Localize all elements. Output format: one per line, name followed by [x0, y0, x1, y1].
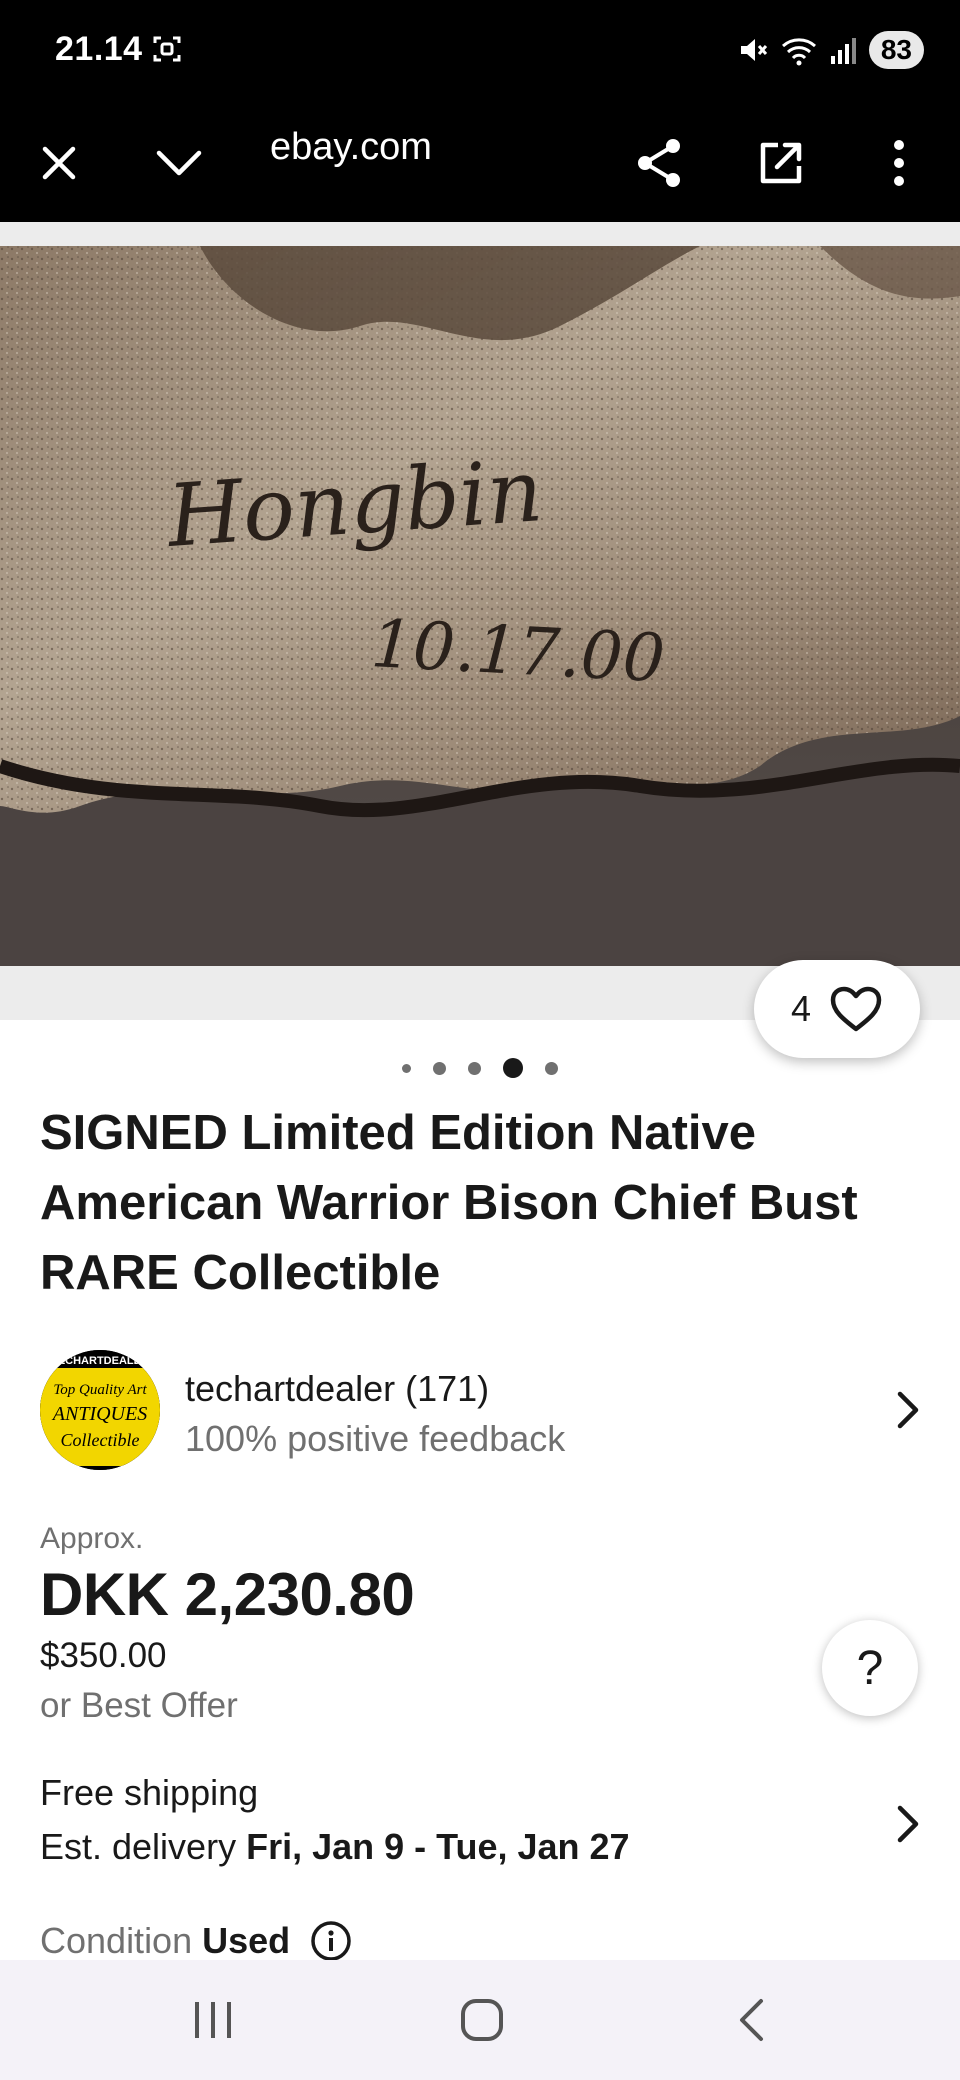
home-icon [461, 1999, 503, 2041]
close-icon [42, 146, 76, 180]
share-button[interactable] [624, 128, 694, 198]
approx-label: Approx. [40, 1522, 144, 1555]
shipping-row[interactable]: Free shipping Est. delivery Fri, Jan 9 -… [0, 1770, 960, 1880]
home-button[interactable] [437, 1990, 527, 2050]
close-button[interactable] [24, 128, 94, 198]
open-in-browser-button[interactable] [746, 128, 816, 198]
screenshot-icon [153, 36, 181, 62]
listing-title: SIGNED Limited Edition Native American W… [40, 1106, 858, 1300]
signal-icon [830, 38, 856, 64]
seller-feedback: 100% positive feedback [185, 1418, 566, 1459]
delivery-label: Est. delivery [40, 1826, 237, 1867]
status-icons: 83 [737, 28, 924, 72]
avatar-antiques: ANTIQUES [51, 1403, 147, 1425]
info-icon[interactable] [310, 1920, 352, 1962]
best-offer-label: or Best Offer [40, 1686, 238, 1725]
more-vertical-icon [894, 140, 904, 186]
chevron-right-icon [897, 1805, 919, 1843]
pagination-dot[interactable] [545, 1061, 558, 1075]
avatar-brand-text: TECHARTDEALER [51, 1355, 149, 1367]
avatar-collectible: Collectible [61, 1430, 140, 1450]
help-button[interactable]: ? [822, 1620, 918, 1716]
status-bar: 21.14 83 [0, 0, 960, 104]
watch-count: 4 [790, 988, 812, 1029]
condition-row: Condition Used [40, 1920, 352, 1962]
condition-value: Used [202, 1920, 291, 1961]
system-navigation-bar [0, 1960, 960, 2080]
seller-avatar: TECHARTDEALER Top Quality Art ANTIQUES C… [40, 1350, 160, 1470]
chevron-right-icon [897, 1391, 919, 1429]
condition-label: Condition [40, 1920, 193, 1961]
shipping-title: Free shipping [40, 1772, 259, 1813]
mute-icon [740, 39, 767, 61]
minimize-button[interactable] [144, 128, 214, 198]
recent-apps-button[interactable] [168, 1990, 258, 2050]
signature-date: 10.17.00 [369, 605, 667, 697]
wifi-icon [781, 38, 816, 66]
more-menu-button[interactable] [864, 128, 934, 198]
delivery-estimate: Est. delivery Fri, Jan 9 - Tue, Jan 27 [40, 1826, 630, 1868]
url-text[interactable]: ebay.com [270, 126, 432, 169]
chevron-down-icon [156, 150, 202, 176]
share-icon [638, 139, 680, 187]
price-original: $350.00 [40, 1636, 167, 1675]
price-converted: DKK 2,230.80 [40, 1561, 415, 1628]
seller-row[interactable]: TECHARTDEALER Top Quality Art ANTIQUES C… [0, 1340, 960, 1480]
delivery-dates: Fri, Jan 9 - Tue, Jan 27 [246, 1826, 630, 1867]
back-icon [740, 1999, 763, 2041]
battery-indicator: 83 [868, 31, 924, 69]
browser-toolbar [0, 104, 960, 222]
back-button[interactable] [706, 1990, 796, 2050]
pagination-dot[interactable] [468, 1061, 481, 1075]
product-photo[interactable]: Hongbin 10.17.00 [0, 246, 960, 966]
pagination-dot[interactable] [402, 1063, 411, 1073]
recent-apps-icon [195, 2002, 231, 2038]
gallery-pagination[interactable] [0, 1056, 960, 1080]
avatar-tagline: Top Quality Art [53, 1382, 147, 1398]
seller-name: techartdealer (171) [185, 1368, 490, 1409]
open-external-icon [760, 142, 802, 184]
pagination-dot-active[interactable] [503, 1058, 523, 1078]
heart-icon [830, 986, 882, 1032]
status-time: 21.14 [55, 30, 143, 68]
pagination-dot[interactable] [433, 1061, 446, 1075]
watchlist-button[interactable]: 4 [754, 960, 920, 1058]
